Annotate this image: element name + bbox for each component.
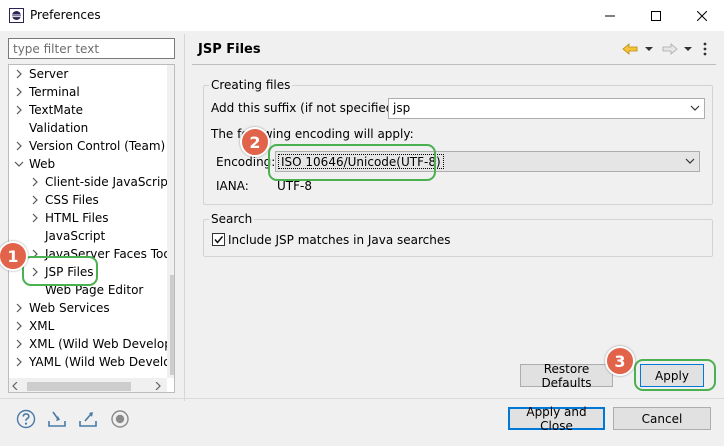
back-history-dropdown[interactable] (645, 40, 653, 58)
step-badge-2: 2 (240, 127, 270, 157)
highlight-apply (634, 359, 716, 391)
tree-item-label: HTML Files (45, 211, 109, 225)
tree-item[interactable]: Web (9, 155, 167, 173)
tree-item-label: JavaScript (45, 229, 106, 243)
restore-defaults-button[interactable]: Restore Defaults (520, 362, 613, 390)
filter-input[interactable] (9, 39, 174, 58)
export-preferences-button[interactable] (78, 409, 98, 429)
tree-item-label: Client-side JavaScript (45, 175, 173, 189)
tree-item-label: XML (Wild Web Developer) (29, 337, 175, 351)
chevron-down-icon (685, 158, 695, 164)
tree-item-label: Terminal (29, 85, 80, 99)
chevron-down-icon (684, 47, 692, 51)
vertical-scroll-thumb[interactable] (170, 275, 174, 375)
tree-item[interactable]: Version Control (Team) (9, 137, 167, 155)
record-icon (111, 410, 129, 428)
iana-label: IANA: (216, 179, 249, 193)
scroll-right-icon[interactable] (155, 382, 161, 390)
tree-item[interactable]: XML (9, 317, 167, 335)
creating-files-legend: Creating files (211, 78, 291, 92)
help-icon (16, 409, 36, 429)
include-jsp-checkbox[interactable] (212, 233, 225, 246)
help-button[interactable] (16, 409, 36, 429)
import-icon (48, 411, 66, 427)
chevron-right-icon[interactable] (14, 357, 24, 367)
apply-and-close-button[interactable]: Apply and Close (508, 405, 605, 433)
highlight-encoding (268, 144, 436, 181)
title-separator (192, 64, 716, 65)
checkmark-icon (214, 236, 224, 244)
chevron-right-icon[interactable] (14, 69, 24, 79)
cancel-button[interactable]: Cancel (613, 407, 711, 430)
tree-item[interactable]: XML (Wild Web Developer) (9, 335, 174, 353)
suffix-label: Add this suffix (if not specified): (211, 101, 403, 115)
tree-item-label: Version Control (Team) (29, 139, 166, 153)
minimize-icon (605, 15, 615, 16)
more-options-icon (703, 42, 707, 56)
maximize-icon (651, 10, 661, 21)
tree-item[interactable]: Web Services (9, 299, 167, 317)
iana-value: UTF-8 (277, 179, 312, 193)
filter-field[interactable] (8, 38, 175, 59)
bottom-separator (0, 398, 724, 399)
chevron-down-icon (645, 47, 653, 51)
chevron-right-icon[interactable] (14, 339, 24, 349)
chevron-down-icon (690, 105, 700, 111)
chevron-right-icon[interactable] (14, 303, 24, 313)
tree-item-label: YAML (Wild Web Developer) (29, 355, 174, 369)
record-button[interactable] (110, 409, 130, 429)
close-icon (697, 10, 707, 21)
chevron-down-icon[interactable] (14, 159, 24, 169)
chevron-right-icon[interactable] (14, 321, 24, 331)
export-icon (79, 412, 97, 427)
import-preferences-button[interactable] (47, 409, 67, 429)
chevron-right-icon[interactable] (14, 105, 24, 115)
suffix-value: jsp (393, 101, 411, 115)
tree-item[interactable]: Client-side JavaScript (9, 173, 173, 191)
search-legend: Search (211, 212, 253, 226)
include-jsp-label[interactable]: Include JSP matches in Java searches (228, 233, 451, 247)
tree-item[interactable]: JavaScript (9, 227, 167, 245)
maximize-button[interactable] (634, 0, 678, 31)
tree-item[interactable]: YAML (Wild Web Developer) (9, 353, 174, 371)
eclipse-app-icon (9, 8, 24, 23)
tree-item-label: XML (29, 319, 55, 333)
chevron-right-icon[interactable] (14, 141, 24, 151)
chevron-right-icon[interactable] (30, 177, 40, 187)
tree-item-label: Server (29, 67, 69, 81)
encoding-label: Encoding: (216, 155, 276, 169)
preference-tree[interactable]: Server Terminal TextMate Validation Version … (8, 64, 175, 393)
tree-item-label: Web (29, 157, 56, 171)
scroll-left-icon[interactable] (12, 382, 18, 390)
close-button[interactable] (680, 0, 724, 31)
tree-item[interactable]: Server (9, 65, 167, 83)
page-title: JSP Files (198, 42, 261, 57)
tree-item-label: Web Services (29, 301, 110, 315)
chevron-right-icon[interactable] (30, 213, 40, 223)
horizontal-scroll-thumb[interactable] (27, 382, 131, 391)
forward-arrow-icon (662, 43, 678, 55)
highlight-jsp-files (22, 256, 98, 286)
back-button[interactable] (622, 40, 638, 58)
tree-item-label: CSS Files (45, 193, 99, 207)
tree-item-label: TextMate (29, 103, 84, 117)
suffix-combo[interactable]: jsp (388, 98, 705, 119)
tree-item[interactable]: TextMate (9, 101, 167, 119)
tree-item[interactable]: CSS Files (9, 191, 167, 209)
forward-button[interactable] (662, 40, 678, 58)
chevron-right-icon[interactable] (14, 87, 24, 97)
forward-history-dropdown[interactable] (684, 40, 692, 58)
tree-item[interactable]: Validation (9, 119, 167, 137)
minimize-button[interactable] (588, 0, 632, 31)
back-arrow-icon (622, 43, 638, 55)
window-title: Preferences (30, 8, 101, 22)
view-menu-button[interactable] (703, 40, 707, 58)
pane-divider[interactable] (184, 34, 185, 401)
tree-item[interactable]: HTML Files (9, 209, 167, 227)
tree-item[interactable]: Terminal (9, 83, 167, 101)
tree-item-label: Validation (29, 121, 89, 135)
chevron-right-icon[interactable] (30, 195, 40, 205)
step-badge-3: 3 (605, 346, 635, 376)
